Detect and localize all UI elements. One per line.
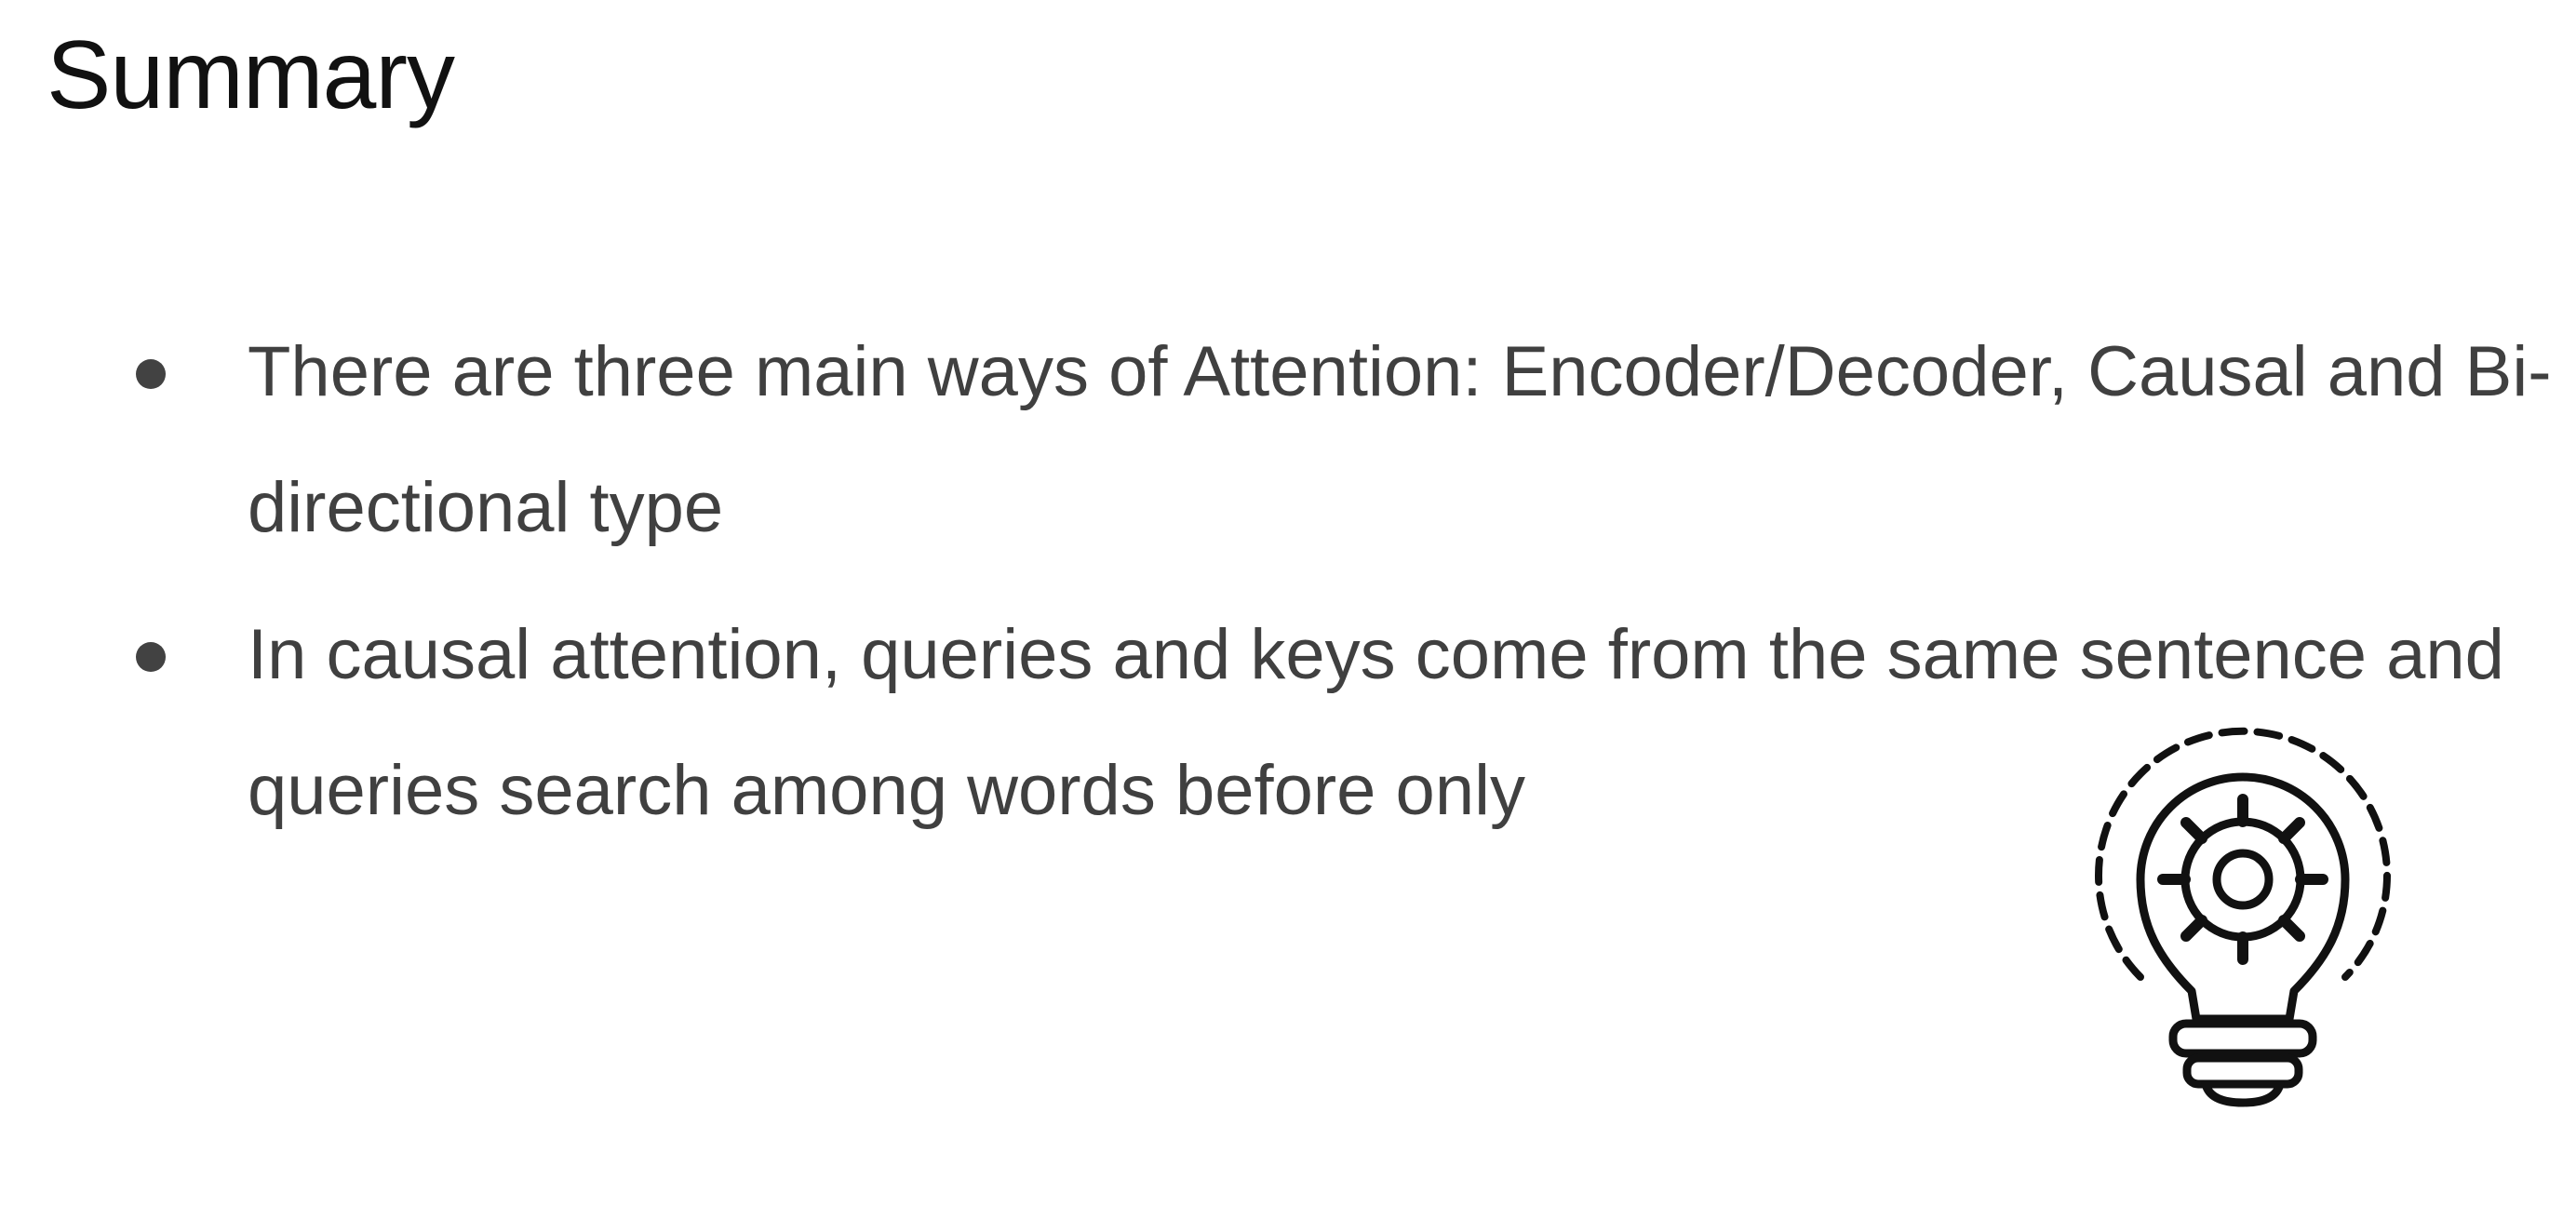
bullet-dot bbox=[136, 642, 166, 672]
slide-title: Summary bbox=[47, 21, 455, 129]
lightbulb-gear-icon bbox=[2095, 727, 2391, 1107]
bullet-item: There are three main ways of Attention: … bbox=[136, 304, 2556, 576]
bullet-dot bbox=[136, 359, 166, 389]
bullet-text: There are three main ways of Attention: … bbox=[248, 332, 2552, 547]
slide: Summary There are three main ways of Att… bbox=[0, 0, 2576, 1219]
